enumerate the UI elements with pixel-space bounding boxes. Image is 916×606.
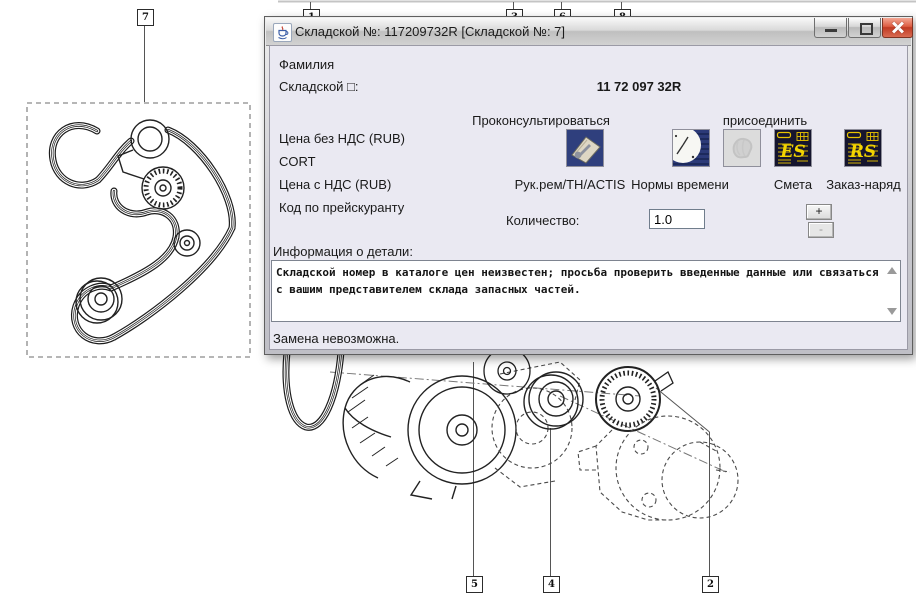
work-order-icon: RS	[845, 130, 881, 166]
quantity-minus-button: -	[808, 222, 834, 238]
part-info-dialog: Складской №: 117209732R [Складской №: 7]…	[264, 16, 913, 355]
ghost-attach-icon	[724, 130, 760, 166]
close-button[interactable]	[882, 18, 913, 38]
svg-text:RS: RS	[849, 142, 876, 162]
quantity-label: Количество:	[506, 213, 579, 228]
cort-label: CORT	[279, 154, 316, 169]
time-standards-button[interactable]	[672, 129, 710, 167]
repair-manual-button[interactable]	[566, 129, 604, 167]
attach-disabled-button	[723, 129, 761, 167]
maximize-button[interactable]	[848, 18, 881, 38]
attach-heading: присоединить	[705, 113, 825, 128]
consult-heading: Проконсультироваться	[461, 113, 621, 128]
work-order-button[interactable]: RS	[844, 129, 882, 167]
maximize-icon	[860, 23, 873, 35]
part-info-message: Складской номер в каталоге цен неизвесте…	[276, 264, 882, 298]
minimize-button[interactable]	[814, 18, 847, 38]
part-info-label: Информация о детали:	[273, 244, 413, 259]
price-excl-vat-label: Цена без НДС (RUB)	[279, 131, 405, 146]
surname-label: Фамилия	[279, 57, 334, 72]
callout-7[interactable]: 7	[137, 9, 154, 26]
work-order-caption: Заказ-наряд	[806, 177, 916, 192]
dialog-titlebar[interactable]: Складской №: 117209732R [Складской №: 7]	[266, 18, 911, 46]
svg-text:ES: ES	[779, 142, 805, 162]
stock-number-value: 11 72 097 32R	[574, 79, 704, 94]
callout-5[interactable]: 5	[466, 576, 483, 593]
callout-4[interactable]: 4	[543, 576, 560, 593]
quantity-input[interactable]	[649, 209, 705, 229]
manual-wrench-icon	[567, 130, 603, 166]
time-standards-caption: Нормы времени	[610, 177, 750, 192]
parts-catalog-page: 7 1 3 6 8 5 4 2 Складской №: 117209732R …	[0, 0, 916, 606]
callout-2[interactable]: 2	[702, 576, 719, 593]
price-list-code-label: Код по прейскуранту	[279, 200, 404, 215]
scroll-down-icon[interactable]	[887, 308, 897, 315]
estimate-icon: ES	[775, 130, 811, 166]
status-text: Замена невозможна.	[273, 331, 399, 346]
stock-number-label: Складской □:	[279, 79, 359, 94]
scroll-up-icon[interactable]	[887, 267, 897, 274]
java-app-icon	[273, 23, 292, 42]
dialog-title: Складской №: 117209732R [Складской №: 7]	[295, 24, 565, 39]
price-incl-vat-label: Цена с НДС (RUB)	[279, 177, 391, 192]
estimate-button[interactable]: ES	[774, 129, 812, 167]
minimize-icon	[825, 29, 837, 32]
clock-icon	[673, 130, 709, 166]
part-info-textarea[interactable]: Складской номер в каталоге цен неизвесте…	[271, 260, 901, 322]
quantity-plus-button[interactable]: +	[806, 204, 832, 220]
